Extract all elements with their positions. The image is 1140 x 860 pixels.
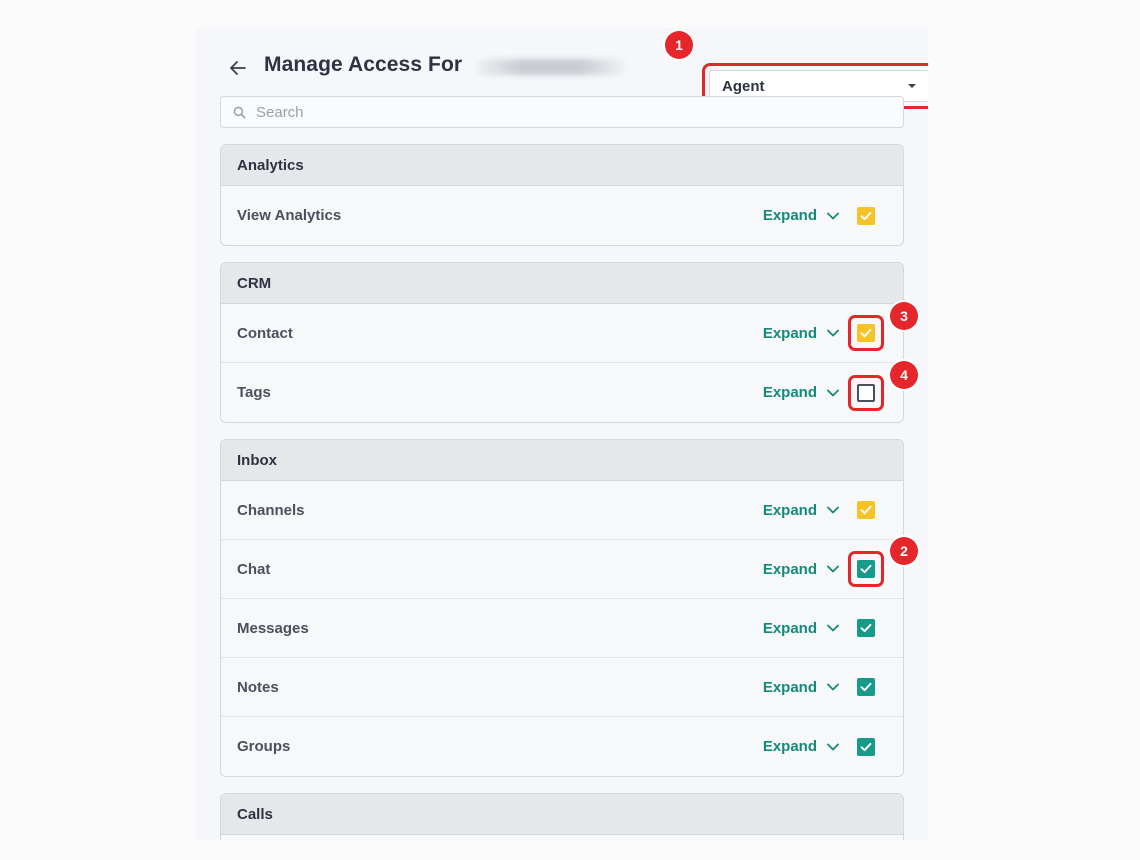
expand-label: Expand xyxy=(762,207,817,224)
permission-row-chat: Chat Expand xyxy=(221,540,903,599)
page-header: Manage Access For Agent xyxy=(220,48,928,109)
search-icon xyxy=(233,106,246,118)
permission-row-view-analytics: View Analytics Expand xyxy=(221,186,903,245)
permission-row-messages: Messages Expand xyxy=(221,599,903,658)
permission-checkbox-checked[interactable] xyxy=(857,737,875,756)
expand-button[interactable]: Expand xyxy=(763,738,839,755)
page-title: Manage Access For xyxy=(264,53,463,76)
annotation-badge: 3 xyxy=(890,302,918,330)
expand-button[interactable]: Expand xyxy=(763,384,839,401)
chevron-down-icon xyxy=(827,389,839,397)
permission-row-groups: Groups Expand xyxy=(221,717,903,776)
permission-checkbox-checked[interactable] xyxy=(857,619,875,637)
chevron-down-icon xyxy=(827,683,839,691)
expand-button[interactable]: Expand xyxy=(763,561,839,578)
section-header: Analytics xyxy=(221,145,903,186)
chevron-down-icon xyxy=(827,743,839,751)
permission-checkbox-unchecked[interactable] xyxy=(857,383,875,402)
section-crm: CRM Contact Expand Tags Expand xyxy=(220,262,904,423)
expand-button[interactable]: Expand xyxy=(763,502,839,519)
section-calls: Calls xyxy=(220,793,904,840)
permission-row-tags: Tags Expand xyxy=(221,363,903,422)
check-icon xyxy=(860,623,872,633)
expand-button[interactable]: Expand xyxy=(763,207,839,224)
section-header: CRM xyxy=(221,263,903,304)
expand-label: Expand xyxy=(762,738,817,755)
expand-button[interactable]: Expand xyxy=(763,679,839,696)
expand-label: Expand xyxy=(762,678,817,696)
permission-row-channels: Channels Expand xyxy=(221,481,903,540)
check-icon xyxy=(860,328,872,338)
redacted-user-name xyxy=(476,59,626,75)
expand-button[interactable]: Expand xyxy=(763,620,839,637)
expand-label: Expand xyxy=(762,560,817,578)
check-icon xyxy=(860,742,872,751)
chevron-down-icon xyxy=(827,212,839,220)
expand-label: Expand xyxy=(762,384,817,401)
check-icon xyxy=(860,211,872,220)
expand-label: Expand xyxy=(762,324,817,342)
expand-label: Expand xyxy=(762,501,817,519)
manage-access-panel: Manage Access For Agent Analytics View A… xyxy=(196,28,928,840)
section-header: Inbox xyxy=(221,440,903,481)
check-icon xyxy=(860,505,872,515)
search-box xyxy=(220,96,904,128)
search-input[interactable] xyxy=(256,103,856,121)
annotation-badge: 4 xyxy=(890,361,918,389)
annotation-badge: 1 xyxy=(665,31,693,59)
section-inbox: Inbox Channels Expand Chat Expand Messag… xyxy=(220,439,904,777)
back-arrow-icon[interactable] xyxy=(226,56,250,80)
check-icon xyxy=(860,682,872,692)
expand-label: Expand xyxy=(762,619,817,637)
permission-row-notes: Notes Expand xyxy=(221,658,903,717)
role-select-value: Agent xyxy=(722,77,765,95)
chevron-down-icon xyxy=(827,329,839,337)
check-icon xyxy=(860,564,872,574)
permission-checkbox-partial[interactable] xyxy=(857,324,875,342)
expand-button[interactable]: Expand xyxy=(763,325,839,342)
permission-checkbox-partial[interactable] xyxy=(857,206,875,225)
caret-down-icon xyxy=(908,84,916,88)
annotation-badge: 2 xyxy=(890,537,918,565)
chevron-down-icon xyxy=(827,565,839,573)
section-header: Calls xyxy=(221,794,903,835)
section-analytics: Analytics View Analytics Expand xyxy=(220,144,904,246)
permission-checkbox-checked[interactable] xyxy=(857,560,875,578)
permission-row-contact: Contact Expand xyxy=(221,304,903,363)
permission-checkbox-checked[interactable] xyxy=(857,678,875,696)
permission-checkbox-partial[interactable] xyxy=(857,501,875,519)
chevron-down-icon xyxy=(827,506,839,514)
chevron-down-icon xyxy=(827,624,839,632)
